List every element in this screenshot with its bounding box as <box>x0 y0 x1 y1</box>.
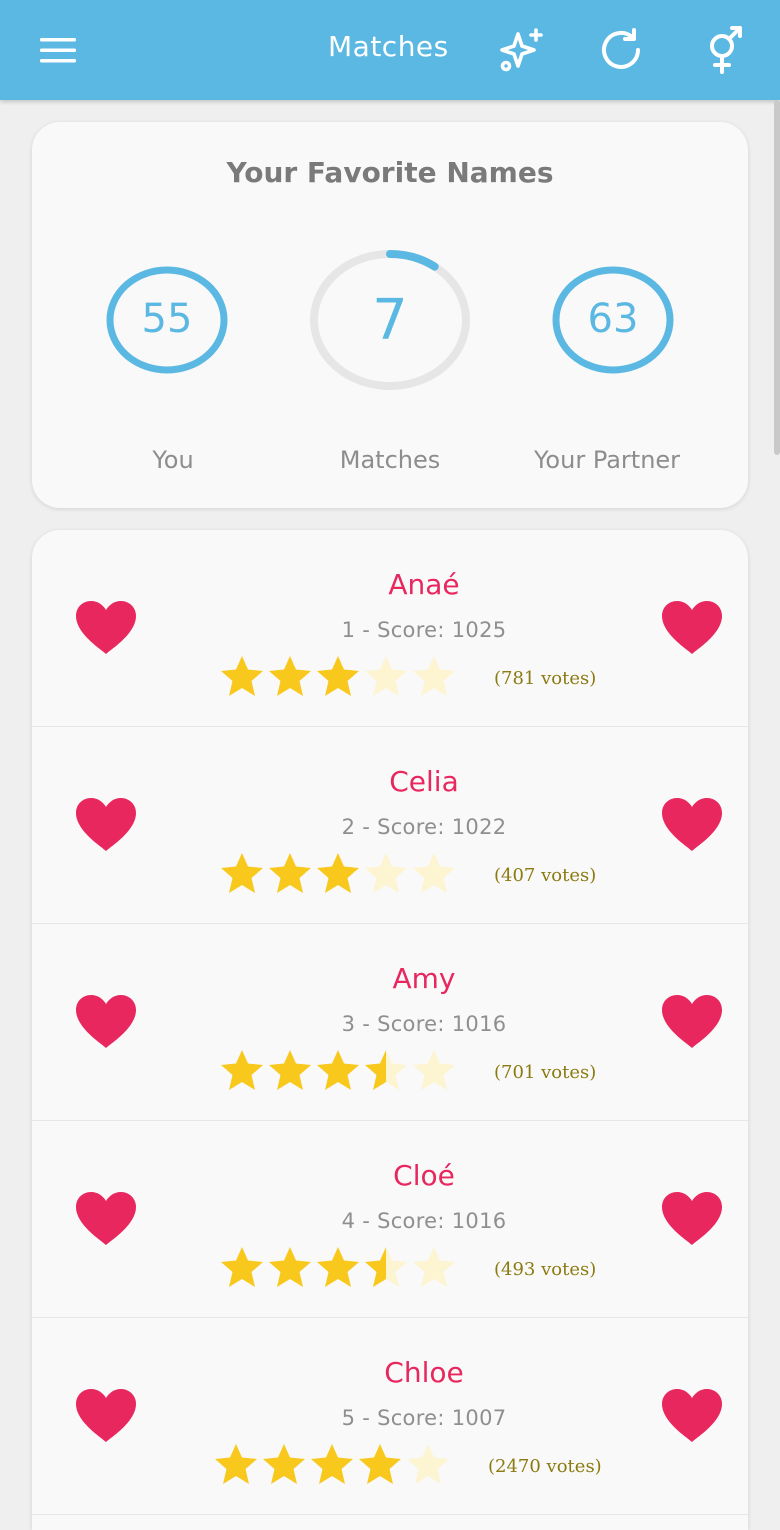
star-icon <box>362 1245 410 1289</box>
star-rating <box>218 1048 458 1092</box>
baby-name: Anaé <box>388 568 460 601</box>
heart-icon[interactable] <box>660 797 724 853</box>
vote-count: (781 votes) <box>494 668 597 689</box>
rank-score: 4 - Score: 1016 <box>341 1209 507 1233</box>
star-icon <box>362 654 410 698</box>
vote-count: (407 votes) <box>494 865 597 886</box>
partner-count-ring[interactable]: 63 <box>552 266 674 374</box>
baby-name: Amy <box>392 962 456 995</box>
partner-label: Your Partner <box>533 446 681 474</box>
star-icon <box>410 1048 458 1092</box>
star-rating <box>218 851 458 895</box>
sparkles-icon[interactable] <box>496 24 548 76</box>
star-icon <box>218 1245 266 1289</box>
star-icon <box>266 851 314 895</box>
list-item[interactable]: Anaé 1 - Score: 1025 (781 votes) <box>32 530 748 727</box>
star-icon <box>314 1245 362 1289</box>
heart-icon[interactable] <box>74 1191 138 1247</box>
rank-score: 5 - Score: 1007 <box>341 1406 507 1430</box>
star-icon <box>314 1048 362 1092</box>
matches-count-ring[interactable]: 7 <box>308 248 472 392</box>
matches-count: 7 <box>372 288 408 353</box>
star-icon <box>218 1048 266 1092</box>
star-rating <box>218 654 458 698</box>
favorite-names-summary-card: Your Favorite Names 55 You 7 Matches 63 … <box>32 122 748 508</box>
star-icon <box>212 1442 260 1486</box>
vote-count: (493 votes) <box>494 1259 597 1280</box>
scrollbar[interactable] <box>774 100 780 455</box>
page-title: Matches <box>328 30 449 63</box>
matches-label: Matches <box>339 446 441 474</box>
names-list: Anaé 1 - Score: 1025 (781 votes) Celia 2 - S… <box>32 530 748 1530</box>
baby-name: Chloe <box>384 1356 464 1389</box>
heart-icon[interactable] <box>74 600 138 656</box>
star-icon <box>410 851 458 895</box>
list-item[interactable]: Celia 2 - Score: 1022 (407 votes) <box>32 727 748 924</box>
heart-icon[interactable] <box>74 797 138 853</box>
heart-icon[interactable] <box>660 1388 724 1444</box>
you-count-ring[interactable]: 55 <box>106 266 228 374</box>
baby-name: Cloé <box>393 1159 455 1192</box>
star-rating <box>218 1245 458 1289</box>
star-icon <box>404 1442 452 1486</box>
gender-icon[interactable] <box>700 24 752 76</box>
you-count: 55 <box>141 296 193 342</box>
heart-icon[interactable] <box>74 1388 138 1444</box>
vote-count: (701 votes) <box>494 1062 597 1083</box>
heart-icon[interactable] <box>74 994 138 1050</box>
heart-icon[interactable] <box>660 1191 724 1247</box>
vote-count: (2470 votes) <box>488 1456 602 1477</box>
star-icon <box>362 851 410 895</box>
summary-title: Your Favorite Names <box>226 156 554 189</box>
star-icon <box>218 851 266 895</box>
list-item[interactable]: Chloe 5 - Score: 1007 (2470 votes) <box>32 1318 748 1515</box>
star-icon <box>410 1245 458 1289</box>
partner-count: 63 <box>587 296 639 342</box>
heart-icon[interactable] <box>660 600 724 656</box>
star-icon <box>218 654 266 698</box>
star-icon <box>266 654 314 698</box>
star-rating <box>212 1442 452 1486</box>
star-icon <box>266 1245 314 1289</box>
rank-score: 3 - Score: 1016 <box>341 1012 507 1036</box>
app-bar: Matches <box>0 0 780 100</box>
rank-score: 1 - Score: 1025 <box>341 618 507 642</box>
rank-score: 2 - Score: 1022 <box>341 815 507 839</box>
list-item[interactable]: Cloé 4 - Score: 1016 (493 votes) <box>32 1121 748 1318</box>
star-icon <box>308 1442 356 1486</box>
star-icon <box>356 1442 404 1486</box>
star-icon <box>260 1442 308 1486</box>
star-icon <box>362 1048 410 1092</box>
heart-icon[interactable] <box>660 994 724 1050</box>
star-icon <box>266 1048 314 1092</box>
refresh-icon[interactable] <box>596 24 648 76</box>
you-label: You <box>152 446 194 474</box>
star-icon <box>410 654 458 698</box>
menu-icon[interactable] <box>36 32 80 68</box>
list-item[interactable]: Amy 3 - Score: 1016 (701 votes) <box>32 924 748 1121</box>
star-icon <box>314 851 362 895</box>
baby-name: Celia <box>389 765 459 798</box>
star-icon <box>314 654 362 698</box>
